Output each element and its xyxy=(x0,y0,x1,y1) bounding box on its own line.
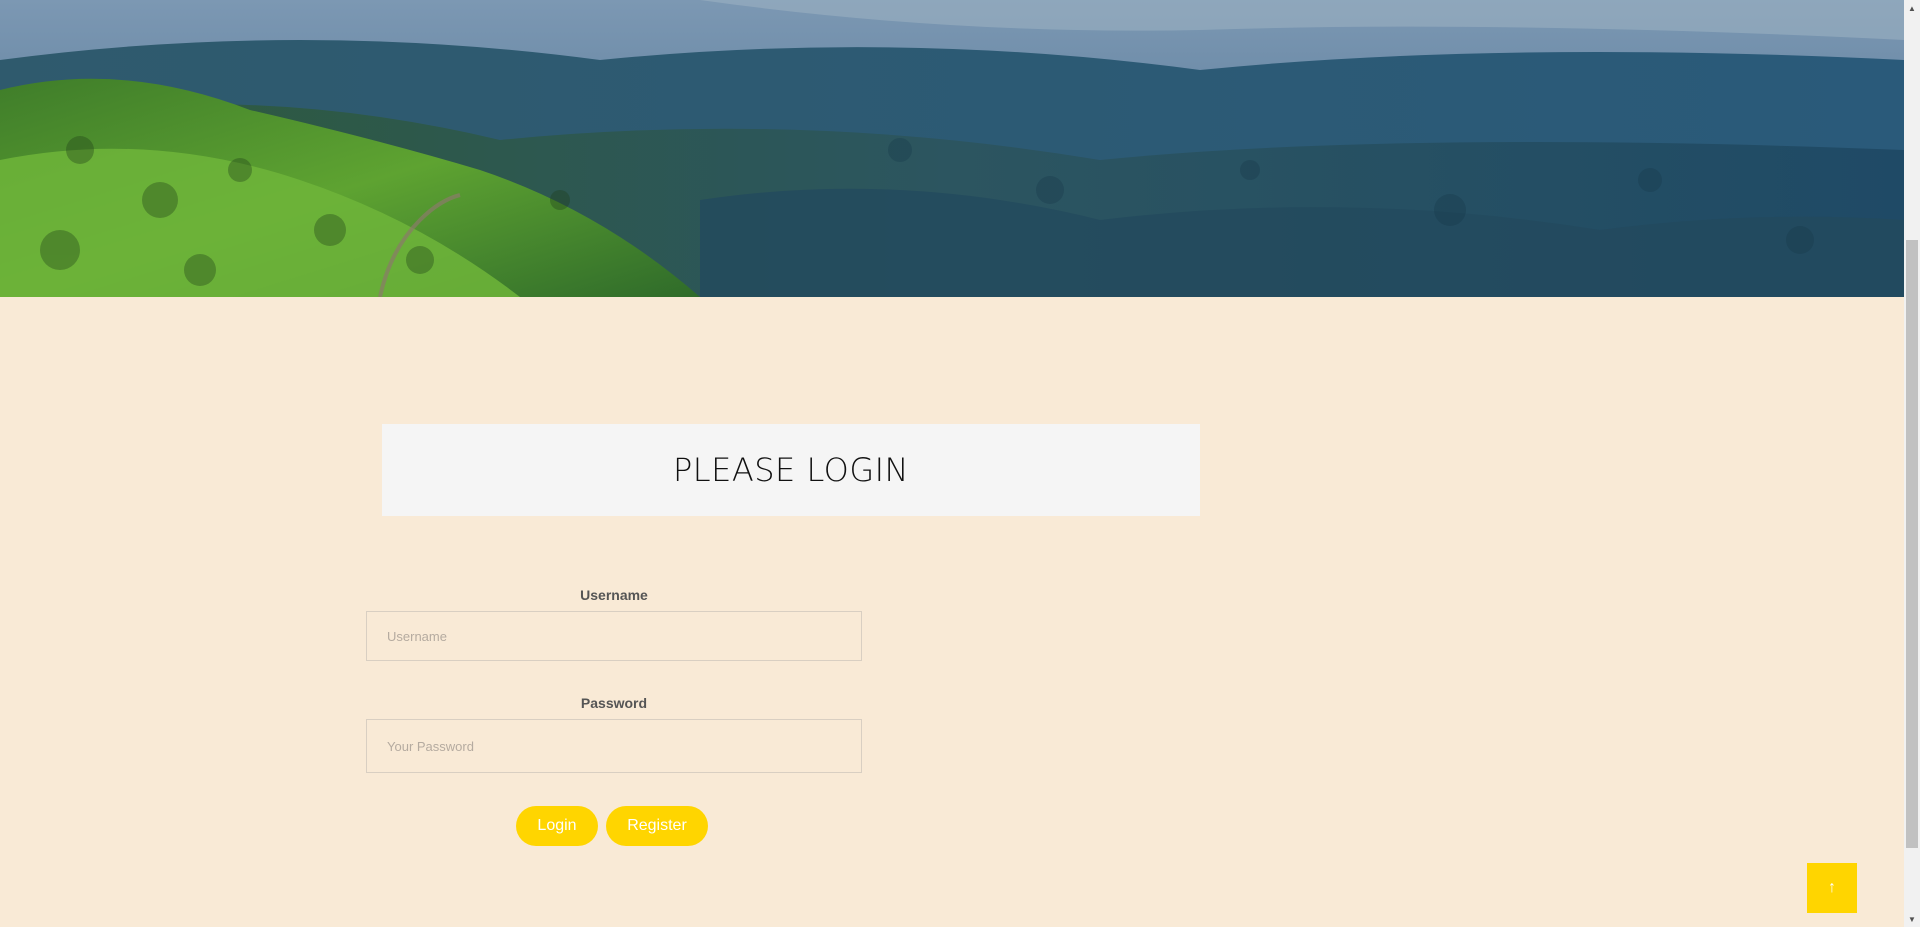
landscape-illustration xyxy=(0,0,1904,297)
register-button[interactable]: Register xyxy=(606,806,708,846)
username-group: Username xyxy=(366,587,862,661)
password-group: Password xyxy=(366,695,862,773)
hero-landscape-image xyxy=(0,0,1904,297)
scrollbar-thumb[interactable] xyxy=(1906,240,1918,848)
login-header: PLEASE LOGIN xyxy=(382,424,1200,516)
login-button[interactable]: Login xyxy=(516,806,598,846)
login-section: PLEASE LOGIN Username Password Login Reg… xyxy=(0,297,1904,927)
page-title: PLEASE LOGIN xyxy=(673,451,909,489)
username-label: Username xyxy=(580,587,648,603)
page: PLEASE LOGIN Username Password Login Reg… xyxy=(0,0,1920,927)
password-label: Password xyxy=(580,695,648,711)
page-scrollbar[interactable]: ▲ ▼ xyxy=(1904,0,1920,927)
scroll-down-arrow-icon[interactable]: ▼ xyxy=(1904,911,1920,927)
username-input[interactable] xyxy=(366,611,862,661)
scroll-up-arrow-icon[interactable]: ▲ xyxy=(1904,0,1920,16)
password-input[interactable] xyxy=(366,719,862,773)
scroll-to-top-button[interactable]: ↑ xyxy=(1807,863,1857,913)
arrow-up-icon: ↑ xyxy=(1828,879,1836,896)
